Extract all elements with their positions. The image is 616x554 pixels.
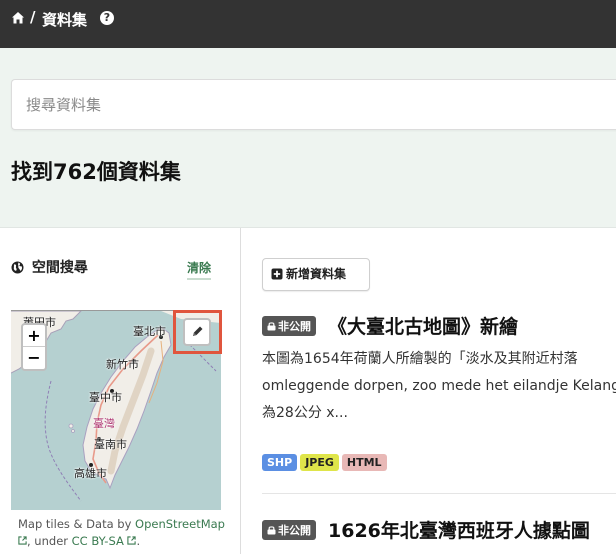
- map-label: 臺南市: [94, 438, 127, 451]
- map-label: 高雄市: [74, 467, 107, 480]
- spatial-search-title: 空間搜尋: [11, 257, 88, 277]
- breadcrumb-separator: /: [30, 8, 36, 26]
- zoom-control: + −: [21, 323, 47, 371]
- dataset-title-link[interactable]: 《大臺北古地圖》新繪: [328, 316, 518, 338]
- map-label: 臺北市: [133, 325, 166, 338]
- search-input[interactable]: [11, 79, 616, 130]
- clear-button[interactable]: 清除: [187, 259, 212, 280]
- map-attribution: Map tiles & Data by OpenStreetMap , unde…: [18, 517, 225, 548]
- plus-square-icon: [271, 268, 283, 280]
- format-tag-shp[interactable]: SHP: [262, 454, 298, 471]
- zoom-out-button[interactable]: −: [23, 347, 45, 369]
- result-count: 找到762個資料集: [11, 160, 181, 184]
- openstreetmap-link[interactable]: OpenStreetMap: [135, 517, 225, 531]
- dataset-description: 本圖為1654年荷蘭人所繪製的「淡水及其附近村落 omleggende dorp…: [262, 351, 616, 421]
- breadcrumb-datasets[interactable]: 資料集: [42, 9, 87, 30]
- lock-icon: [267, 322, 276, 331]
- divider: [262, 493, 616, 494]
- dataset-list: 新增資料集 非公開 《大臺北古地圖》新繪 本圖為1654年荷蘭人所繪製的「淡水及…: [242, 228, 616, 554]
- draw-rectangle-button[interactable]: [183, 318, 211, 346]
- map-label: 臺灣: [93, 417, 115, 430]
- spatial-search-label: 空間搜尋: [31, 260, 88, 276]
- help-icon[interactable]: ?: [100, 11, 114, 25]
- dataset-item: 非公開 《大臺北古地圖》新繪: [262, 312, 518, 339]
- home-icon[interactable]: [11, 11, 25, 25]
- format-tag-jpeg[interactable]: JPEG: [300, 454, 339, 471]
- dataset-title-link[interactable]: 1626年北臺灣西班牙人據點圖: [328, 520, 590, 542]
- zoom-in-button[interactable]: +: [23, 325, 45, 347]
- external-link-icon: [18, 536, 27, 545]
- globe-icon: [11, 261, 24, 274]
- pencil-icon: [193, 326, 203, 336]
- private-badge: 非公開: [262, 316, 316, 336]
- lock-icon: [267, 526, 276, 535]
- format-tags: SHP JPEG HTML: [262, 451, 390, 471]
- map-label: 新竹市: [106, 358, 139, 371]
- private-badge: 非公開: [262, 520, 316, 540]
- top-bar: / 資料集 ?: [0, 0, 616, 48]
- format-tag-html[interactable]: HTML: [341, 454, 387, 471]
- license-link[interactable]: CC BY-SA: [72, 534, 124, 548]
- spatial-search-panel: 空間搜尋 清除 臺北市 新竹市 臺中市 臺灣 臺南市 高雄市 + − Map t…: [0, 228, 241, 554]
- dataset-item: 非公開 1626年北臺灣西班牙人據點圖: [262, 516, 590, 543]
- search-section: 找到762個資料集: [0, 48, 616, 228]
- add-dataset-button[interactable]: 新增資料集: [262, 258, 370, 291]
- map-label: 臺中市: [89, 391, 122, 404]
